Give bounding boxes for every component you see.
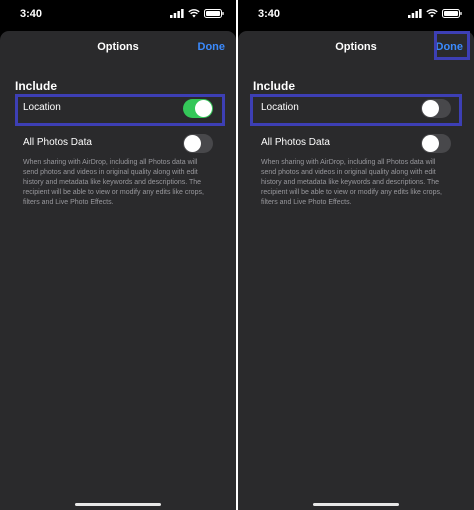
signal-icon — [408, 9, 422, 18]
status-time: 3:40 — [258, 8, 281, 20]
wifi-icon — [188, 9, 200, 18]
all-photos-data-label: All Photos Data — [23, 137, 92, 148]
all-photos-data-toggle[interactable] — [421, 134, 451, 153]
signal-icon — [170, 9, 184, 18]
include-description: When sharing with AirDrop, including all… — [23, 159, 204, 206]
options-sheet: Options Done Include Location All Photos… — [238, 31, 474, 510]
location-row-highlight — [250, 94, 462, 126]
section-header-include: Include — [15, 79, 58, 93]
done-button-highlight — [434, 31, 470, 60]
all-photos-data-row[interactable]: All Photos Data — [253, 129, 459, 159]
status-icons — [408, 9, 462, 18]
all-photos-data-label: All Photos Data — [261, 137, 330, 148]
status-bar: 3:40 — [238, 0, 474, 30]
status-time: 3:40 — [20, 8, 43, 20]
battery-icon — [442, 9, 462, 18]
phone-screen-right: 3:40 Options Done Include Location All P… — [238, 0, 474, 510]
all-photos-data-toggle[interactable] — [183, 134, 213, 153]
toggle-knob — [422, 135, 439, 152]
status-icons — [170, 9, 224, 18]
phone-screen-left: 3:40 Options Done Include Location All P… — [0, 0, 236, 510]
include-description: When sharing with AirDrop, including all… — [261, 159, 442, 206]
wifi-icon — [426, 9, 438, 18]
home-indicator[interactable] — [313, 503, 399, 506]
options-sheet: Options Done Include Location All Photos… — [0, 31, 236, 510]
section-header-include: Include — [253, 79, 296, 93]
toggle-knob — [184, 135, 201, 152]
done-button[interactable]: Done — [198, 41, 226, 53]
location-row-highlight — [15, 94, 225, 126]
home-indicator[interactable] — [75, 503, 161, 506]
battery-icon — [204, 9, 224, 18]
status-bar: 3:40 — [0, 0, 236, 30]
all-photos-data-row[interactable]: All Photos Data — [15, 129, 221, 159]
